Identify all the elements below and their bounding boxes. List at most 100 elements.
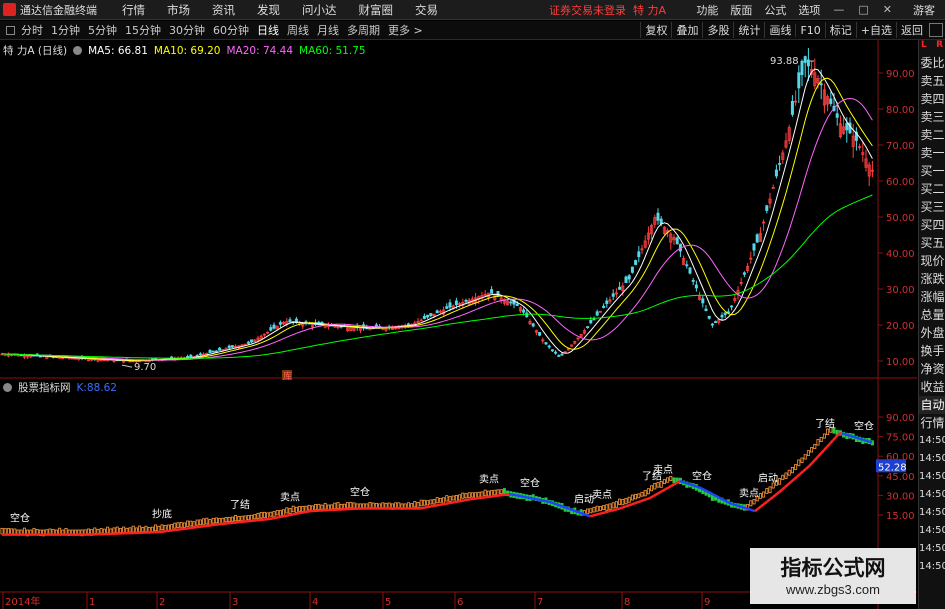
period-tab-1min[interactable]: 1分钟 [47, 22, 84, 38]
panel-toggle-icon[interactable] [929, 23, 943, 37]
menu-item-quotes[interactable]: 行情 [111, 2, 156, 18]
side-tab[interactable]: 卖五 [919, 72, 945, 90]
maximize-button[interactable]: □ [851, 3, 875, 16]
indicator-bar [198, 519, 202, 526]
indicator-trend-line [763, 500, 768, 506]
menu-item-discover[interactable]: 发现 [246, 2, 291, 18]
add-watchlist-button[interactable]: +自选 [855, 22, 896, 38]
kline-chart[interactable]: 90.00 80.00 70.00 60.00 50.00 40.00 30.00 20.00… [0, 40, 917, 609]
restore-rights-button[interactable]: 复权 [640, 22, 671, 38]
indicator-trend-line [841, 432, 846, 436]
period-tab-15min[interactable]: 15分钟 [121, 22, 165, 38]
indicator-trend-line [730, 502, 735, 506]
side-tab[interactable]: 14:50 [919, 522, 945, 540]
side-tab[interactable]: 涨幅 [919, 288, 945, 306]
period-tab-30min[interactable]: 30分钟 [165, 22, 209, 38]
indicator-bar [499, 489, 503, 495]
menu-item-wealth[interactable]: 财富圈 [348, 2, 405, 18]
minimize-button[interactable]: — [826, 3, 851, 16]
side-tab[interactable]: 卖一 [919, 144, 945, 162]
period-tab-monthly[interactable]: 月线 [313, 22, 343, 38]
side-flag-left[interactable]: L [921, 40, 927, 54]
menu-item-ask[interactable]: 问小达 [291, 2, 348, 18]
indicator-settings-icon[interactable] [3, 383, 12, 392]
f10-button[interactable]: F10 [795, 23, 824, 37]
multi-stock-button[interactable]: 多股 [702, 22, 733, 38]
side-tab[interactable]: 净资 [919, 360, 945, 378]
signal-label: 空仓 [520, 477, 540, 490]
menu-item-trade[interactable]: 交易 [404, 2, 449, 18]
side-tab[interactable]: 现价 [919, 252, 945, 270]
indicator-trend-line [661, 488, 666, 493]
side-tab[interactable]: 行情 [919, 414, 945, 432]
side-tab[interactable]: 涨跌 [919, 270, 945, 288]
indicator-bar [387, 502, 391, 509]
side-tab-list: 委比 卖五 卖四 卖三 卖二 卖一 买一 买二 买三 买四 买五 现价 涨跌 涨幅 总量 外盘 换手 净资 收益 自动… [919, 54, 945, 576]
indicator-bar [502, 488, 506, 495]
time-tick-label: 6 [457, 597, 463, 608]
trade-status[interactable]: 证券交易未登录 特 力A [549, 2, 666, 18]
indicator-bar [602, 505, 606, 510]
moving-average-lines [1, 68, 873, 362]
settings-icon[interactable] [73, 46, 83, 55]
indicator-trend-line [784, 483, 789, 489]
indicator-trend-line [457, 499, 462, 503]
side-flag-right[interactable]: R [936, 40, 943, 54]
side-tab[interactable]: 收益 [919, 378, 945, 396]
mark-button[interactable]: 标记 [824, 22, 856, 38]
side-tab[interactable]: 14:50 [919, 432, 945, 450]
indicator-trend-line [529, 496, 534, 500]
indicator-trend-line [859, 437, 864, 441]
side-tab[interactable]: 总量 [919, 306, 945, 324]
ma5-value: MA5: 66.81 [88, 44, 148, 57]
statistics-button[interactable]: 统计 [733, 22, 764, 38]
indicator-trend-line [817, 452, 822, 458]
indicator-bar [266, 512, 270, 519]
back-button[interactable]: 返回 [896, 22, 927, 38]
side-tab[interactable]: 委比 [919, 54, 945, 72]
menu-item-layout[interactable]: 版面 [724, 2, 758, 18]
side-tab[interactable]: 卖二 [919, 126, 945, 144]
side-tab[interactable]: 自动 [919, 396, 945, 414]
overlay-button[interactable]: 叠加 [671, 22, 702, 38]
period-tab-daily[interactable]: 日线 [253, 22, 283, 38]
guest-login[interactable]: 游客 [899, 2, 945, 18]
chart-canvas[interactable]: 90.00 80.00 70.00 60.00 50.00 40.00 30.00 20.00… [0, 40, 917, 609]
side-tab[interactable]: 14:50 [919, 504, 945, 522]
side-tab[interactable]: 买四 [919, 216, 945, 234]
side-tab[interactable]: 买二 [919, 180, 945, 198]
menu-item-news[interactable]: 资讯 [201, 2, 246, 18]
ma20-line [1, 97, 873, 361]
side-tab[interactable]: 买一 [919, 162, 945, 180]
side-tab[interactable]: 14:50 [919, 558, 945, 576]
period-tab-5min[interactable]: 5分钟 [84, 22, 121, 38]
side-tab[interactable]: 卖四 [919, 90, 945, 108]
draw-line-button[interactable]: 画线 [764, 22, 795, 38]
period-checkbox[interactable] [6, 25, 15, 35]
side-tab[interactable]: 14:50 [919, 450, 945, 468]
indicator-bar [269, 511, 273, 517]
menu-item-options[interactable]: 选项 [792, 2, 826, 18]
side-tab[interactable]: 14:50 [919, 540, 945, 558]
side-tab[interactable]: 14:50 [919, 468, 945, 486]
period-tab-weekly[interactable]: 周线 [283, 22, 313, 38]
side-tab[interactable]: 外盘 [919, 324, 945, 342]
side-tab[interactable]: 14:50 [919, 486, 945, 504]
close-button[interactable]: ✕ [876, 3, 899, 16]
menu-item-market[interactable]: 市场 [156, 2, 201, 18]
side-tab[interactable]: 买三 [919, 198, 945, 216]
period-tab-60min[interactable]: 60分钟 [209, 22, 253, 38]
indicator-bar [246, 515, 250, 521]
candle-body [592, 318, 596, 321]
indicator-bar [480, 491, 484, 498]
indicator-trend-line [298, 511, 303, 515]
side-tab[interactable]: 换手 [919, 342, 945, 360]
period-tab-multi[interactable]: 多周期 [343, 22, 384, 38]
period-tab-intraday[interactable]: 分时 [17, 22, 47, 38]
menu-item-formula[interactable]: 公式 [758, 2, 792, 18]
period-tab-more[interactable]: 更多 > [384, 22, 427, 38]
side-tab[interactable]: 买五 [919, 234, 945, 252]
indicator-bar [131, 525, 135, 533]
menu-item-function[interactable]: 功能 [690, 2, 724, 18]
side-tab[interactable]: 卖三 [919, 108, 945, 126]
